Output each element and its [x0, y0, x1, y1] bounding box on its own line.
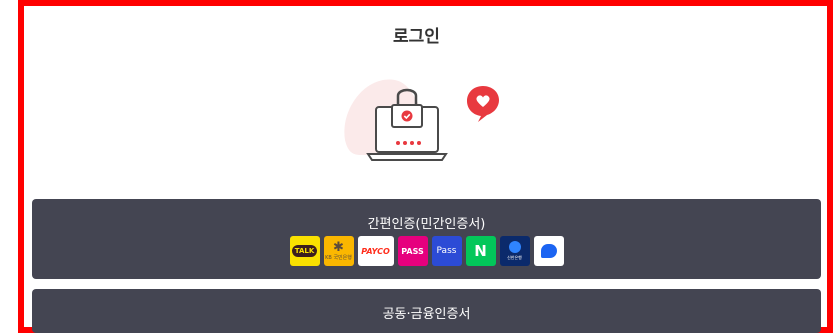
naver-logo-icon[interactable]: N: [465, 236, 496, 266]
page-title: 로그인: [393, 27, 440, 47]
simple-auth-label: 간편인증(민간인증서): [367, 217, 486, 232]
password-dot: [396, 141, 400, 145]
kb-logo-icon[interactable]: ✱ KB 국민은행: [323, 236, 354, 266]
simple-auth-button[interactable]: 간편인증(민간인증서) TALK ✱ KB 국민은행 PAYCO PASS Pas…: [32, 199, 821, 279]
toss-logo-icon[interactable]: [533, 236, 564, 266]
payco-logo-icon[interactable]: PAYCO: [357, 236, 394, 266]
password-dot: [410, 141, 414, 145]
password-dot: [417, 141, 421, 145]
samsung-pass-logo-icon[interactable]: Pass: [431, 236, 462, 266]
kakao-logo-icon[interactable]: TALK: [289, 236, 320, 266]
lock-check-icon: [401, 110, 413, 122]
joint-cert-button[interactable]: 공동·금융인증서: [32, 289, 821, 333]
pass-logo-icon[interactable]: PASS: [397, 236, 428, 266]
password-dot: [403, 141, 407, 145]
laptop-base: [366, 153, 448, 161]
joint-cert-label: 공동·금융인증서: [382, 307, 471, 322]
shinhan-logo-icon[interactable]: 신한은행: [499, 236, 530, 266]
provider-logos: TALK ✱ KB 국민은행 PAYCO PASS Pass N 신한은행: [32, 236, 821, 266]
laptop-lock-illustration: [344, 79, 499, 161]
